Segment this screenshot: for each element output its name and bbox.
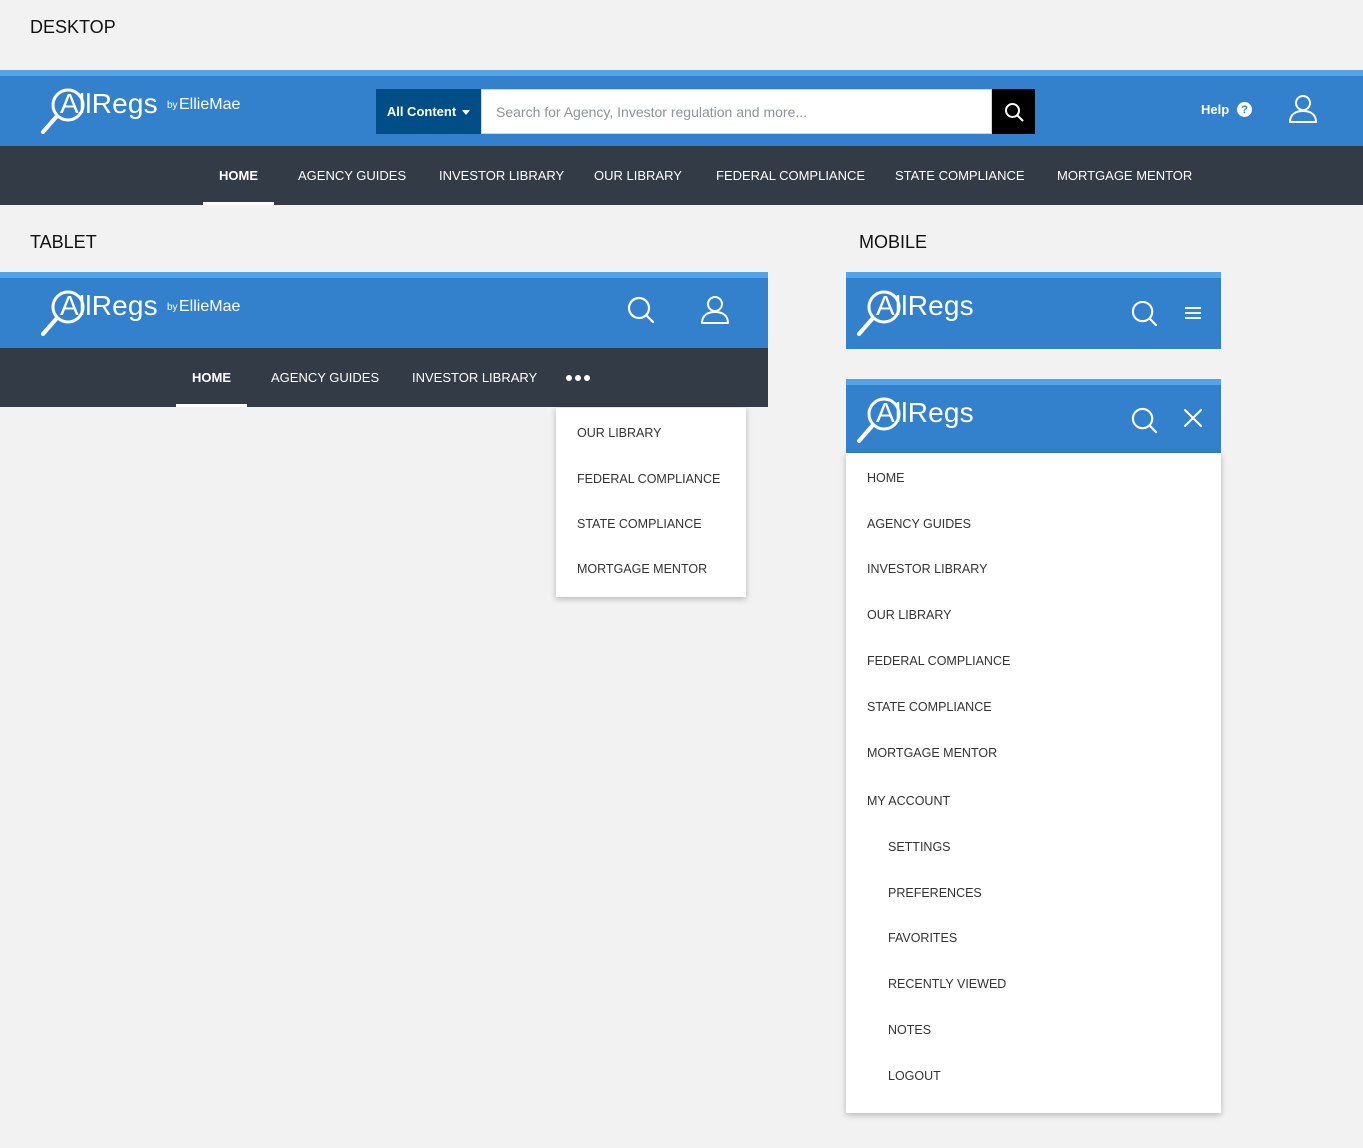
logo-wordmark: AllRegs [876, 290, 974, 321]
search-button[interactable] [992, 89, 1035, 134]
search-scope-label: All Content [386, 104, 457, 119]
overflow-item-our-library[interactable]: OUR LIBRARY [577, 426, 662, 440]
user-icon [701, 296, 729, 324]
mobile-menu-settings[interactable]: SETTINGS [888, 840, 951, 854]
mobile-menu-panel: HOME AGENCY GUIDES INVESTOR LIBRARY OUR … [846, 453, 1221, 1113]
search-icon [1131, 407, 1157, 433]
mobile-menu-logout[interactable]: LOGOUT [888, 1069, 941, 1083]
desktop-logo[interactable]: AllRegs by EllieMae [40, 86, 250, 140]
search-input[interactable] [481, 89, 992, 134]
mobile-menu-agency-guides[interactable]: AGENCY GUIDES [867, 517, 971, 531]
nav-active-indicator [203, 202, 274, 205]
logo-wordmark: AllRegs [60, 290, 158, 321]
tablet-nav-investor-library[interactable]: INVESTOR LIBRARY [412, 348, 537, 407]
mobile-menu-favorites[interactable]: FAVORITES [888, 931, 957, 945]
tablet-nav-agency-guides[interactable]: AGENCY GUIDES [271, 348, 379, 407]
tablet-nav-active-indicator [176, 404, 247, 407]
tablet-user-button[interactable] [699, 293, 731, 327]
user-icon [1289, 95, 1317, 123]
overflow-menu: OUR LIBRARY FEDERAL COMPLIANCE STATE COM… [556, 408, 746, 597]
mobile-menu-our-library[interactable]: OUR LIBRARY [867, 608, 952, 622]
nav-investor-library[interactable]: INVESTOR LIBRARY [439, 146, 564, 205]
mobile-open-logo[interactable]: AllRegs [856, 395, 986, 449]
mobile-menu-preferences[interactable]: PREFERENCES [888, 886, 982, 900]
mobile-open-search-button[interactable] [1129, 405, 1159, 435]
mobile-search-button[interactable] [1129, 298, 1159, 328]
search-icon [1004, 102, 1023, 121]
help-link[interactable]: Help ? [1201, 102, 1253, 117]
logo-brand: EllieMae [179, 298, 241, 315]
logo-by: by [167, 100, 178, 111]
tablet-nav-home[interactable]: HOME [176, 348, 247, 407]
user-account-button[interactable] [1287, 92, 1319, 126]
mobile-label: MOBILE [859, 232, 928, 252]
overflow-item-state-compliance[interactable]: STATE COMPLIANCE [577, 517, 702, 531]
logo-by: by [167, 302, 178, 313]
mobile-menu-mortgage-mentor[interactable]: MORTGAGE MENTOR [867, 746, 997, 760]
mobile-menu-home[interactable]: HOME [867, 471, 905, 485]
mobile-menu-notes[interactable]: NOTES [888, 1023, 931, 1037]
mobile-menu-my-account[interactable]: MY ACCOUNT [867, 794, 950, 808]
mobile-menu-state-compliance[interactable]: STATE COMPLIANCE [867, 700, 992, 714]
tablet-label: TABLET [30, 232, 97, 252]
tablet-logo[interactable]: AllRegs by EllieMae [40, 288, 250, 342]
logo-wordmark: AllRegs [876, 397, 974, 428]
desktop-label: DESKTOP [30, 17, 116, 37]
mobile-menu-recently-viewed[interactable]: RECENTLY VIEWED [888, 977, 1006, 991]
close-menu-button[interactable] [1182, 407, 1204, 429]
logo-wordmark: AllRegs [60, 88, 158, 119]
overflow-item-mortgage-mentor[interactable]: MORTGAGE MENTOR [577, 562, 707, 576]
help-label: Help [1201, 102, 1230, 117]
mobile-menu-federal-compliance[interactable]: FEDERAL COMPLIANCE [867, 654, 1010, 668]
overflow-item-federal-compliance[interactable]: FEDERAL COMPLIANCE [577, 472, 720, 486]
menu-button[interactable] [1183, 304, 1203, 322]
search-scope-dropdown[interactable]: All Content [376, 89, 481, 134]
close-icon [1184, 409, 1202, 427]
nav-agency-guides[interactable]: AGENCY GUIDES [298, 146, 406, 205]
help-icon: ? [1237, 102, 1253, 117]
nav-our-library[interactable]: OUR LIBRARY [594, 146, 682, 205]
menu-icon [1185, 307, 1201, 319]
nav-home[interactable]: HOME [203, 146, 274, 205]
caret-down-icon [462, 110, 471, 115]
search-icon [627, 296, 655, 324]
nav-state-compliance[interactable]: STATE COMPLIANCE [895, 146, 1025, 205]
search-icon [1131, 300, 1157, 326]
tablet-nav-bar [0, 348, 768, 407]
more-icon[interactable] [566, 375, 590, 381]
mobile-logo[interactable]: AllRegs [856, 288, 986, 342]
logo-brand: EllieMae [179, 96, 241, 113]
nav-federal-compliance[interactable]: FEDERAL COMPLIANCE [716, 146, 865, 205]
mobile-menu-investor-library[interactable]: INVESTOR LIBRARY [867, 562, 987, 576]
tablet-search-button[interactable] [625, 294, 657, 326]
nav-mortgage-mentor[interactable]: MORTGAGE MENTOR [1057, 146, 1192, 205]
